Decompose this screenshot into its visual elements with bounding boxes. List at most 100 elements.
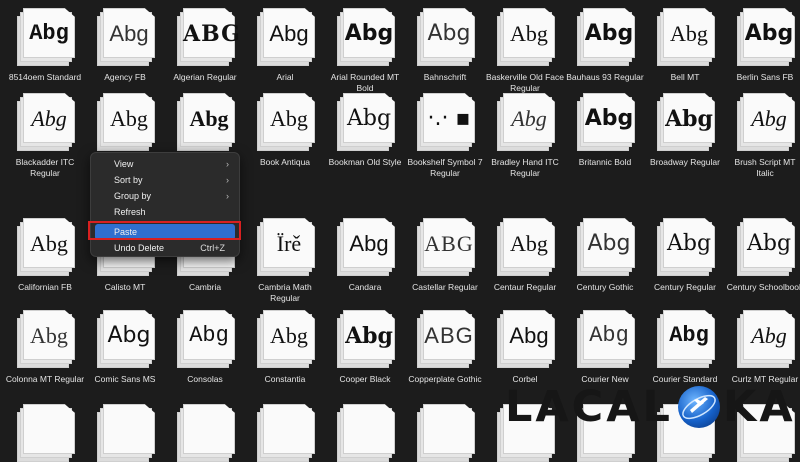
font-tile[interactable]: Abg Arial Rounded MT Bold — [325, 8, 405, 94]
font-sample: Abg — [31, 106, 67, 131]
font-tile[interactable]: Abg Corbel — [485, 310, 565, 385]
font-sample: Abg — [665, 106, 713, 132]
font-tile[interactable]: Abg Constantia — [245, 310, 325, 385]
font-sample: Abg — [669, 323, 709, 348]
font-tile[interactable]: Abg Agency FB — [85, 8, 165, 83]
font-file-icon — [95, 404, 155, 462]
font-tile[interactable]: Abg Bookman Old Style — [325, 93, 405, 168]
font-tile[interactable]: Abg Californian FB — [5, 218, 85, 293]
menu-item-refresh[interactable]: Refresh — [95, 204, 235, 220]
font-tile[interactable]: Abg Colonna MT Regular — [5, 310, 85, 385]
menu-item-label: View — [114, 159, 134, 169]
font-file-icon: Abg — [735, 93, 795, 151]
font-tile[interactable]: Abg Bahnschrift — [405, 8, 485, 83]
font-tile[interactable]: Abg Book Antiqua — [245, 93, 325, 168]
font-name-label: Comic Sans MS — [94, 374, 156, 384]
font-tile[interactable]: Abg Bauhaus 93 Regular — [565, 8, 645, 83]
menu-item-view[interactable]: View › — [95, 156, 235, 172]
font-sample: Abg — [270, 106, 308, 131]
font-file-icon — [15, 404, 75, 462]
font-tile[interactable]: Abg Berlin Sans FB — [725, 8, 800, 83]
font-tile[interactable]: Abg — [165, 93, 245, 157]
font-name-label: Baskerville Old Face Regular — [486, 72, 564, 93]
font-tile[interactable]: Abg Britannic Bold — [565, 93, 645, 168]
font-name-label: 8514oem Standard — [8, 72, 82, 82]
font-tile[interactable]: Abg Century Schoolbook — [725, 218, 800, 293]
font-tile[interactable]: Abg Bradley Hand ITC Regular — [485, 93, 565, 179]
font-tile[interactable]: Abg Century Gothic — [565, 218, 645, 293]
font-tile[interactable]: Abg 8514oem Standard — [5, 8, 85, 83]
font-tile-partial[interactable] — [5, 404, 85, 462]
font-sample: Abg — [109, 21, 149, 46]
font-sample: Abg — [511, 106, 547, 131]
font-tile[interactable]: Abg Blackadder ITC Regular — [5, 93, 85, 179]
font-sample: Abg — [344, 21, 394, 46]
font-tile-partial[interactable] — [245, 404, 325, 462]
font-tile[interactable]: Abg Centaur Regular — [485, 218, 565, 293]
font-tile[interactable]: Abg Consolas — [165, 310, 245, 385]
font-tile[interactable]: Abg Brush Script MT Italic — [725, 93, 800, 179]
font-sample: Abg — [746, 231, 792, 256]
font-name-label: Cambria — [188, 282, 222, 292]
font-sample: Abg — [346, 106, 392, 131]
menu-item-undo-delete[interactable]: Undo Delete Ctrl+Z — [95, 240, 235, 256]
font-tile[interactable]: Abg — [85, 93, 165, 157]
font-tile-partial[interactable] — [165, 404, 245, 462]
font-sample: Abg — [349, 231, 389, 256]
font-name-label: Berlin Sans FB — [736, 72, 794, 82]
font-file-icon: Abg — [175, 310, 235, 368]
font-tile[interactable]: ·.· ▪ Bookshelf Symbol 7 Regular — [405, 93, 485, 179]
menu-item-label: Refresh — [114, 207, 146, 217]
font-file-icon: ABG — [415, 218, 475, 276]
font-tile-partial[interactable] — [405, 404, 485, 462]
font-tile[interactable]: ABG Copperplate Gothic — [405, 310, 485, 385]
font-tile[interactable]: Abg Baskerville Old Face Regular — [485, 8, 565, 94]
font-sample: Abg — [751, 106, 787, 131]
font-tile[interactable]: Abg Curlz MT Regular — [725, 310, 800, 385]
menu-item-group-by[interactable]: Group by › — [95, 188, 235, 204]
menu-item-sort-by[interactable]: Sort by › — [95, 172, 235, 188]
font-file-icon: Abg — [655, 310, 715, 368]
font-file-icon: Abg — [255, 310, 315, 368]
font-tile-partial[interactable] — [85, 404, 165, 462]
font-sample: ABG — [424, 323, 474, 348]
font-name-label: Agency FB — [104, 72, 146, 82]
font-file-icon: Abg — [655, 218, 715, 276]
font-name-label: Calisto MT — [104, 282, 146, 292]
font-sample: Abg — [584, 21, 634, 46]
font-tile[interactable]: Abg Broadway Regular — [645, 93, 725, 168]
context-menu: View › Sort by › Group by › Refresh Past… — [90, 152, 240, 257]
font-name-label: Broadway Regular — [650, 157, 720, 167]
font-name-label: Century Gothic — [576, 282, 634, 292]
font-tile[interactable]: ABG Castellar Regular — [405, 218, 485, 293]
font-file-icon: Abg — [655, 8, 715, 66]
font-file-icon — [175, 404, 235, 462]
font-file-icon: Abg — [335, 218, 395, 276]
font-tile[interactable]: Abg Courier Standard — [645, 310, 725, 385]
font-tile-partial[interactable] — [325, 404, 405, 462]
font-sample: Abg — [510, 21, 548, 46]
font-name-label: Bauhaus 93 Regular — [566, 72, 644, 82]
font-tile[interactable]: Abg Courier New — [565, 310, 645, 385]
font-tile[interactable]: Ïrě Cambria Math Regular — [245, 218, 325, 304]
font-file-icon: Abg — [575, 8, 635, 66]
font-name-label: Arial Rounded MT Bold — [330, 72, 400, 93]
paste-highlight-box — [88, 221, 241, 240]
font-name-label: Californian FB — [18, 282, 72, 292]
font-name-label: Bookshelf Symbol 7 Regular — [407, 157, 483, 178]
font-name-label: Blackadder ITC Regular — [15, 157, 75, 178]
font-tile[interactable]: Abg Candara — [325, 218, 405, 293]
font-tile[interactable]: ABG Algerian Regular — [165, 8, 245, 83]
font-file-icon: Abg — [335, 93, 395, 151]
font-file-icon: Abg — [175, 93, 235, 151]
watermark-text-left: LACAL — [505, 382, 673, 432]
font-tile[interactable]: Abg Arial — [245, 8, 325, 83]
font-sample: Abg — [189, 106, 229, 131]
font-tile[interactable]: Abg Cooper Black — [325, 310, 405, 385]
font-tile[interactable]: Abg Comic Sans MS — [85, 310, 165, 385]
font-name-label: Bahnschrift — [423, 72, 467, 82]
font-tile[interactable]: Abg Century Regular — [645, 218, 725, 293]
font-tile[interactable]: Abg Bell MT — [645, 8, 725, 83]
font-file-icon: Abg — [95, 310, 155, 368]
font-file-icon: Abg — [15, 93, 75, 151]
